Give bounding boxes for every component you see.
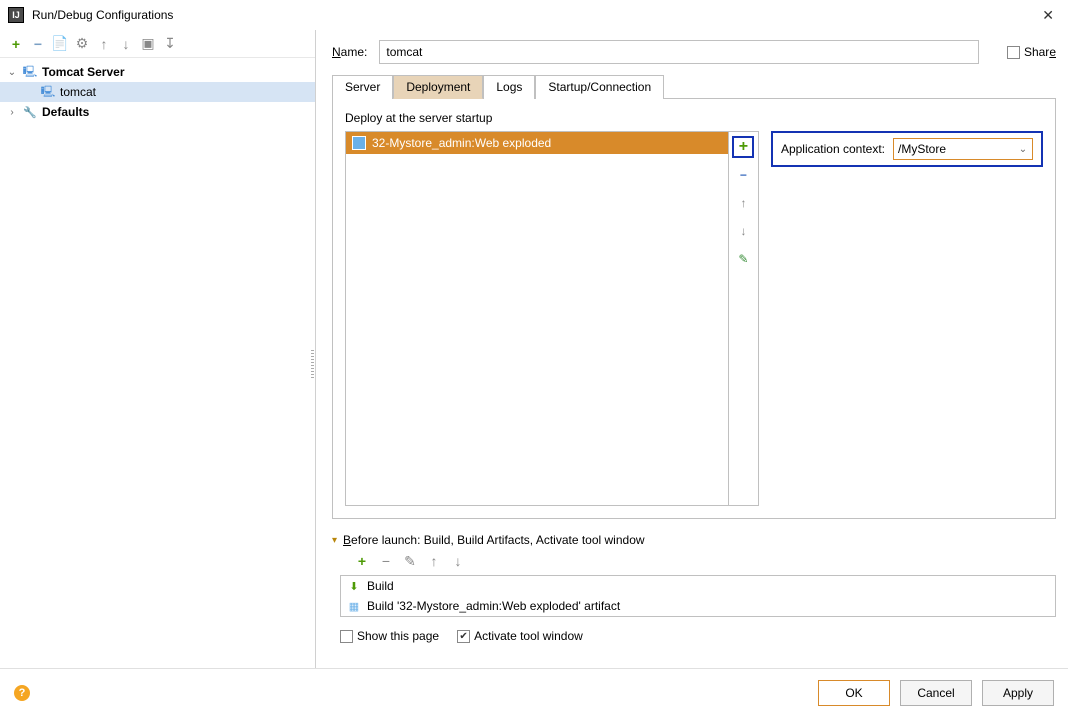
remove-task-icon[interactable]: − xyxy=(378,553,394,569)
config-tree: ⌄ 🖳 Tomcat Server 🖳 tomcat › 🔧 Defaults xyxy=(0,58,315,668)
titlebar: IJ Run/Debug Configurations ✕ xyxy=(0,0,1068,30)
dialog-footer: ? OK Cancel Apply xyxy=(0,668,1068,716)
config-tree-panel: + − 📄 ⚙ ↑ ↓ ▣ ↧ ⌄ 🖳 Tomcat Server 🖳 tomc… xyxy=(0,30,316,668)
show-this-page-check[interactable]: Show this page xyxy=(340,629,439,643)
wrench-icon: 🔧 xyxy=(22,105,38,119)
name-input[interactable] xyxy=(379,40,979,64)
tabs: Server Deployment Logs Startup/Connectio… xyxy=(332,74,1056,99)
add-config-icon[interactable]: + xyxy=(8,36,24,52)
add-artifact-icon[interactable]: + xyxy=(732,136,754,158)
edit-artifact-icon[interactable]: ✎ xyxy=(732,248,754,270)
remove-artifact-icon[interactable]: − xyxy=(732,164,754,186)
task-label: Build xyxy=(367,579,394,593)
expander-icon[interactable]: ▾ xyxy=(332,535,337,546)
close-icon[interactable]: ✕ xyxy=(1036,5,1060,26)
tree-node-tomcat[interactable]: 🖳 tomcat xyxy=(0,82,315,102)
tree-node-defaults[interactable]: › 🔧 Defaults xyxy=(0,102,315,122)
copy-config-icon[interactable]: 📄 xyxy=(52,36,68,52)
deployment-panel: Deploy at the server startup 32-Mystore_… xyxy=(332,99,1056,519)
task-build[interactable]: ⬇ Build xyxy=(341,576,1055,596)
window-title: Run/Debug Configurations xyxy=(32,8,173,22)
app-context-select[interactable]: /MyStore ⌄ xyxy=(893,138,1033,160)
share-checkbox[interactable] xyxy=(1007,46,1020,59)
artifact-toolbar: + − ↑ ↓ ✎ xyxy=(729,131,759,506)
splitter-grip[interactable] xyxy=(311,350,314,380)
edit-task-icon[interactable]: ✎ xyxy=(402,553,418,569)
tab-server[interactable]: Server xyxy=(332,75,393,99)
before-launch-toolbar: + − ✎ ↑ ↓ xyxy=(332,553,1056,569)
activate-label: Activate tool window xyxy=(474,629,583,643)
ok-button[interactable]: OK xyxy=(818,680,890,706)
move-down-icon[interactable]: ↓ xyxy=(450,553,466,569)
settings-icon[interactable]: ⚙ xyxy=(74,36,90,52)
apply-button[interactable]: Apply xyxy=(982,680,1054,706)
app-icon: IJ xyxy=(8,7,24,23)
tree-label-server: Tomcat Server xyxy=(42,65,124,79)
before-launch-list[interactable]: ⬇ Build ▦ Build '32-Mystore_admin:Web ex… xyxy=(340,575,1056,617)
artifact-icon xyxy=(352,136,366,150)
sort-icon[interactable]: ↧ xyxy=(162,36,178,52)
artifact-item[interactable]: 32-Mystore_admin:Web exploded xyxy=(346,132,728,154)
tomcat-icon: 🖳 xyxy=(22,65,38,79)
tree-label-defaults: Defaults xyxy=(42,105,89,119)
move-up-icon[interactable]: ↑ xyxy=(426,553,442,569)
before-launch-section: ▾ Before launch: Build, Build Artifacts,… xyxy=(332,533,1056,643)
tab-logs[interactable]: Logs xyxy=(483,75,535,99)
chevron-down-icon[interactable]: ⌄ xyxy=(1014,144,1032,155)
artifact-list[interactable]: 32-Mystore_admin:Web exploded xyxy=(345,131,729,506)
tomcat-icon: 🖳 xyxy=(40,85,56,99)
tab-startup[interactable]: Startup/Connection xyxy=(535,75,664,99)
chevron-right-icon[interactable]: › xyxy=(6,107,18,118)
tab-deployment[interactable]: Deployment xyxy=(393,75,483,99)
move-up-icon[interactable]: ↑ xyxy=(732,192,754,214)
tree-node-tomcat-server[interactable]: ⌄ 🖳 Tomcat Server xyxy=(0,62,315,82)
app-context-label: Application context: xyxy=(781,142,885,156)
move-up-icon[interactable]: ↑ xyxy=(96,36,112,52)
checkbox-icon[interactable] xyxy=(340,630,353,643)
move-down-icon[interactable]: ↓ xyxy=(732,220,754,242)
folder-icon[interactable]: ▣ xyxy=(140,36,156,52)
share-label: Share xyxy=(1024,45,1056,59)
deploy-header: Deploy at the server startup xyxy=(345,111,1043,125)
tree-toolbar: + − 📄 ⚙ ↑ ↓ ▣ ↧ xyxy=(0,30,315,58)
remove-config-icon[interactable]: − xyxy=(30,36,46,52)
cancel-button[interactable]: Cancel xyxy=(900,680,972,706)
app-context-group: Application context: /MyStore ⌄ xyxy=(771,131,1043,167)
task-label: Build '32-Mystore_admin:Web exploded' ar… xyxy=(367,599,620,613)
before-launch-title: Before launch: Build, Build Artifacts, A… xyxy=(343,533,645,547)
task-build-artifact[interactable]: ▦ Build '32-Mystore_admin:Web exploded' … xyxy=(341,596,1055,616)
checkbox-checked-icon[interactable] xyxy=(457,630,470,643)
help-icon[interactable]: ? xyxy=(14,685,30,701)
activate-tool-window-check[interactable]: Activate tool window xyxy=(457,629,583,643)
name-label: Name: xyxy=(332,45,367,59)
tree-label-config: tomcat xyxy=(60,85,96,99)
artifact-label: 32-Mystore_admin:Web exploded xyxy=(372,136,551,150)
before-launch-header[interactable]: ▾ Before launch: Build, Build Artifacts,… xyxy=(332,533,1056,547)
show-page-label: Show this page xyxy=(357,629,439,643)
move-down-icon[interactable]: ↓ xyxy=(118,36,134,52)
add-task-icon[interactable]: + xyxy=(354,553,370,569)
build-icon: ⬇ xyxy=(347,580,361,593)
config-form: Name: Share Server Deployment Logs Start… xyxy=(316,30,1068,668)
chevron-down-icon[interactable]: ⌄ xyxy=(6,67,18,78)
artifact-icon: ▦ xyxy=(347,600,361,613)
app-context-value: /MyStore xyxy=(894,142,1014,156)
